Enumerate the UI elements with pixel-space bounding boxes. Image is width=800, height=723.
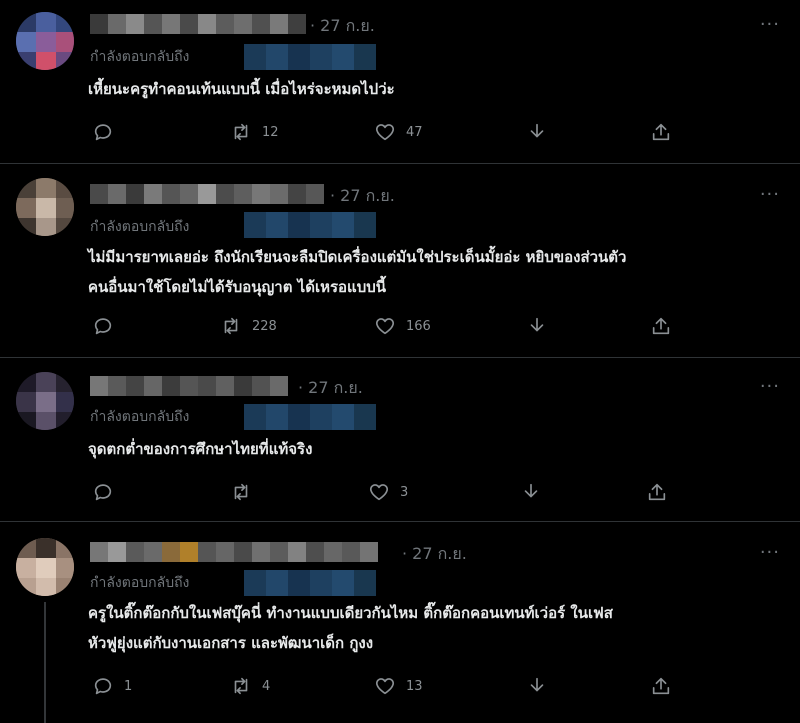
tweet-text-line: เหี้ยนะครูทำคอนเท้นแบบนี้ เมื่อไหร่จะหมด… (88, 80, 395, 98)
tweet-text-line: หัวฟูยุ่งแต่กับงานเอกสาร และพัฒนาเด็ก กู… (88, 634, 374, 652)
mention-handle-redacted[interactable] (244, 212, 376, 238)
reply-button[interactable] (92, 120, 124, 144)
retweet-icon (234, 483, 248, 501)
tweet-text-line: คนอื่นมาใช้โดยไม่ได้รับอนุญาต ได้เหรอแบบ… (88, 278, 387, 296)
avatar[interactable] (16, 372, 74, 430)
replying-to-label: กำลังตอบกลับถึง (90, 575, 190, 591)
like-count: 3 (400, 484, 409, 500)
more-icon[interactable]: ··· (760, 376, 780, 397)
reply-count: 1 (124, 678, 133, 694)
avatar[interactable] (16, 538, 74, 596)
retweet-icon (224, 317, 238, 335)
download-button[interactable] (526, 674, 548, 698)
like-count: 166 (406, 318, 431, 334)
tweet[interactable]: · 27 ก.ย. ··· กำลังตอบกลับถึง จุดตกต่ำขอ… (0, 358, 800, 522)
display-name-redacted[interactable] (90, 376, 288, 396)
replying-to-label: กำลังตอบกลับถึง (90, 49, 190, 65)
retweet-button[interactable]: 228 (220, 314, 277, 338)
share-icon (652, 123, 670, 141)
reply-button[interactable] (92, 314, 124, 338)
tweet-text: ครูในติ๊กต๊อกกับในเฟสบุ๊คนี่ ทำงานแบบเดี… (88, 598, 786, 658)
retweet-count: 12 (262, 124, 279, 140)
download-icon (530, 317, 544, 332)
reply-feed: · 27 ก.ย. ··· กำลังตอบกลับถึง เหี้ยนะครู… (0, 0, 800, 723)
reply-icon (94, 318, 112, 335)
tweet[interactable]: · 27 ก.ย. ··· กำลังตอบกลับถึง เหี้ยนะครู… (0, 0, 800, 164)
avatar[interactable] (16, 12, 74, 70)
tweet-text: เหี้ยนะครูทำคอนเท้นแบบนี้ เมื่อไหร่จะหมด… (88, 74, 786, 104)
share-button[interactable] (650, 674, 672, 698)
share-icon (652, 677, 670, 695)
tweet-text: ไม่มีมารยาทเลยอ่ะ ถึงนักเรียนจะลืมปิดเคร… (88, 242, 786, 302)
tweet-text-line: ไม่มีมารยาทเลยอ่ะ ถึงนักเรียนจะลืมปิดเคร… (88, 248, 627, 266)
display-name-redacted[interactable] (90, 184, 324, 204)
retweet-button[interactable]: 12 (230, 120, 279, 144)
mention-handle-redacted[interactable] (244, 44, 376, 70)
download-icon (530, 123, 544, 138)
reply-icon (94, 678, 112, 695)
more-icon[interactable]: ··· (760, 184, 780, 205)
like-count: 13 (406, 678, 423, 694)
retweet-button[interactable]: 4 (230, 674, 270, 698)
replying-to-label: กำลังตอบกลับถึง (90, 409, 190, 425)
display-name-redacted[interactable] (90, 14, 306, 34)
download-button[interactable] (526, 314, 548, 338)
timestamp[interactable]: · 27 ก.ย. (402, 542, 467, 567)
more-icon[interactable]: ··· (760, 14, 780, 35)
share-button[interactable] (650, 314, 672, 338)
tweet-text-line: ครูในติ๊กต๊อกกับในเฟสบุ๊คนี่ ทำงานแบบเดี… (88, 604, 613, 622)
tweet[interactable]: · 27 ก.ย. ··· กำลังตอบกลับถึง ครูในติ๊กต… (0, 522, 800, 723)
retweet-icon (234, 677, 248, 695)
timestamp[interactable]: · 27 ก.ย. (310, 14, 375, 39)
retweet-icon (234, 123, 248, 141)
like-button[interactable]: 3 (368, 480, 408, 504)
like-count: 47 (406, 124, 423, 140)
replying-to-label: กำลังตอบกลับถึง (90, 219, 190, 235)
tweet-text-line: จุดตกต่ำของการศึกษาไทยที่แท้จริง (88, 440, 313, 458)
more-icon[interactable]: ··· (760, 542, 780, 563)
heart-icon (375, 124, 395, 141)
timestamp[interactable]: · 27 ก.ย. (298, 376, 363, 401)
download-icon (530, 677, 544, 692)
tweet[interactable]: · 27 ก.ย. ··· กำลังตอบกลับถึง ไม่มีมารยา… (0, 164, 800, 358)
mention-handle-redacted[interactable] (244, 570, 376, 596)
share-icon (648, 483, 666, 501)
tweet-text: จุดตกต่ำของการศึกษาไทยที่แท้จริง (88, 434, 786, 464)
retweet-count: 228 (252, 318, 277, 334)
download-icon (524, 483, 538, 498)
display-name-redacted[interactable] (90, 542, 378, 562)
download-button[interactable] (526, 120, 548, 144)
reply-icon (94, 484, 112, 501)
heart-icon (375, 678, 395, 695)
retweet-count: 4 (262, 678, 271, 694)
reply-button[interactable]: 1 (92, 674, 132, 698)
reply-icon (94, 124, 112, 141)
timestamp[interactable]: · 27 ก.ย. (330, 184, 395, 209)
heart-icon (375, 318, 395, 335)
thread-connector (44, 602, 46, 723)
download-button[interactable] (520, 480, 542, 504)
reply-button[interactable] (92, 480, 124, 504)
retweet-button[interactable] (230, 480, 262, 504)
avatar[interactable] (16, 178, 74, 236)
share-button[interactable] (646, 480, 668, 504)
like-button[interactable]: 47 (374, 120, 423, 144)
like-button[interactable]: 166 (374, 314, 431, 338)
share-icon (652, 317, 670, 335)
like-button[interactable]: 13 (374, 674, 423, 698)
heart-icon (369, 484, 389, 501)
mention-handle-redacted[interactable] (244, 404, 376, 430)
share-button[interactable] (650, 120, 672, 144)
